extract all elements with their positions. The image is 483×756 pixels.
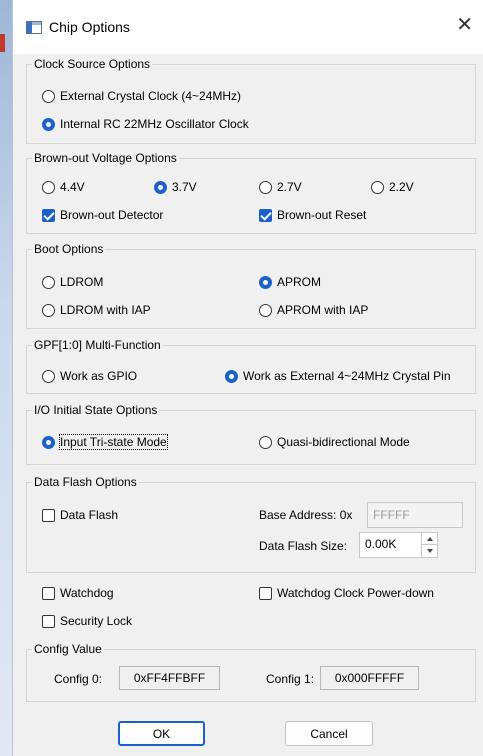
- radio-label: 3.7V: [172, 180, 197, 194]
- data-flash-size-label: Data Flash Size:: [259, 539, 348, 553]
- radio-indicator: [42, 180, 55, 194]
- radio-label: 2.7V: [277, 180, 302, 194]
- radio-indicator: [259, 435, 272, 449]
- checkbox-watchdog[interactable]: Watchdog: [42, 586, 114, 600]
- radio-indicator: [42, 303, 55, 317]
- checkbox-label: Watchdog: [60, 586, 114, 600]
- checkbox-label: Watchdog Clock Power-down: [277, 586, 434, 600]
- radio-voltage-3-7v[interactable]: 3.7V: [154, 180, 197, 194]
- radio-label: LDROM: [60, 275, 104, 289]
- radio-indicator-selected: [154, 180, 167, 194]
- data-flash-legend: Data Flash Options: [34, 475, 137, 489]
- checkbox-label: Brown-out Reset: [277, 208, 367, 222]
- radio-io-tristate[interactable]: Input Tri-state Mode: [42, 434, 168, 450]
- config1-value: 0x000FFFFF: [320, 666, 419, 690]
- spinner-down-button[interactable]: [422, 545, 437, 557]
- config0-label: Config 0:: [54, 672, 103, 686]
- radio-indicator-selected: [42, 117, 55, 131]
- radio-external-crystal[interactable]: External Crystal Clock (4~24MHz): [42, 89, 241, 103]
- radio-label: Work as External 4~24MHz Crystal Pin: [243, 369, 451, 383]
- cancel-button[interactable]: Cancel: [285, 721, 373, 746]
- radio-io-quasi[interactable]: Quasi-bidirectional Mode: [259, 435, 410, 449]
- data-flash-size-spinner[interactable]: 0.00K: [359, 532, 438, 558]
- background-window-edge: [0, 0, 12, 756]
- radio-label: 4.4V: [60, 180, 85, 194]
- checkbox-indicator-checked: [259, 208, 272, 222]
- io-legend: I/O Initial State Options: [34, 403, 158, 417]
- checkbox-label: Data Flash: [60, 508, 119, 522]
- chip-options-dialog: Chip Options ✕ Clock Source Options Exte…: [12, 0, 483, 756]
- checkbox-indicator: [42, 508, 55, 522]
- radio-boot-ldrom[interactable]: LDROM: [42, 275, 103, 289]
- radio-label: External Crystal Clock (4~24MHz): [60, 89, 242, 103]
- chevron-up-icon: [426, 536, 433, 541]
- boot-options-legend: Boot Options: [34, 242, 104, 256]
- checkbox-label: Brown-out Detector: [60, 208, 164, 222]
- radio-label: APROM: [277, 275, 322, 289]
- radio-boot-ldrom-iap[interactable]: LDROM with IAP: [42, 303, 151, 317]
- radio-voltage-2-7v[interactable]: 2.7V: [259, 180, 302, 194]
- radio-label: LDROM with IAP: [60, 303, 151, 317]
- ok-button[interactable]: OK: [118, 721, 205, 746]
- checkbox-watchdog-power-down[interactable]: Watchdog Clock Power-down: [259, 586, 434, 600]
- config-value-legend: Config Value: [34, 642, 102, 656]
- checkbox-label: Security Lock: [60, 614, 133, 628]
- io-initial-state-group: I/O Initial State Options: [26, 403, 476, 465]
- radio-label: Work as GPIO: [60, 369, 138, 383]
- spinner-up-button[interactable]: [422, 533, 437, 545]
- clock-source-legend: Clock Source Options: [34, 57, 151, 71]
- checkbox-indicator: [42, 614, 55, 628]
- config0-value: 0xFF4FFBFF: [119, 666, 220, 690]
- background-accent: [0, 34, 5, 52]
- radio-label: Input Tri-state Mode: [59, 434, 168, 450]
- radio-boot-aprom[interactable]: APROM: [259, 275, 321, 289]
- checkbox-indicator: [259, 586, 272, 600]
- checkbox-indicator-checked: [42, 208, 55, 222]
- chevron-down-icon: [426, 549, 433, 553]
- radio-label: APROM with IAP: [277, 303, 369, 317]
- radio-indicator-selected: [225, 369, 238, 383]
- base-address-label: Base Address: 0x: [259, 508, 353, 522]
- radio-label: Quasi-bidirectional Mode: [277, 435, 410, 449]
- radio-boot-aprom-iap[interactable]: APROM with IAP: [259, 303, 368, 317]
- radio-internal-rc[interactable]: Internal RC 22MHz Oscillator Clock: [42, 117, 249, 131]
- gpf-multifunction-group: GPF[1:0] Multi-Function: [26, 338, 476, 394]
- brownout-legend: Brown-out Voltage Options: [34, 151, 177, 165]
- config1-label: Config 1:: [266, 672, 315, 686]
- base-address-value: FFFFF: [373, 508, 410, 522]
- close-icon[interactable]: ✕: [456, 15, 473, 35]
- radio-gpf-gpio[interactable]: Work as GPIO: [42, 369, 137, 383]
- radio-indicator: [371, 180, 384, 194]
- checkbox-brownout-reset[interactable]: Brown-out Reset: [259, 208, 366, 222]
- checkbox-security-lock[interactable]: Security Lock: [42, 614, 132, 628]
- checkbox-brownout-detector[interactable]: Brown-out Detector: [42, 208, 163, 222]
- radio-label: 2.2V: [389, 180, 414, 194]
- radio-voltage-4-4v[interactable]: 4.4V: [42, 180, 85, 194]
- gpf-legend: GPF[1:0] Multi-Function: [34, 338, 161, 352]
- radio-gpf-crystal[interactable]: Work as External 4~24MHz Crystal Pin: [225, 369, 451, 383]
- config1-value-text: 0x000FFFFF: [334, 671, 405, 685]
- spinner-buttons: [421, 533, 437, 557]
- config0-value-text: 0xFF4FFBFF: [133, 671, 206, 685]
- radio-label: Internal RC 22MHz Oscillator Clock: [60, 117, 249, 131]
- radio-indicator: [42, 89, 55, 103]
- window-title: Chip Options: [49, 19, 130, 35]
- radio-indicator: [42, 275, 55, 289]
- data-flash-size-value: 0.00K: [365, 537, 397, 551]
- ok-button-label: OK: [152, 726, 171, 741]
- cancel-button-label: Cancel: [310, 726, 348, 741]
- radio-indicator: [42, 369, 55, 383]
- checkbox-indicator: [42, 586, 55, 600]
- window-icon: [26, 21, 42, 34]
- radio-indicator: [259, 303, 272, 317]
- radio-indicator: [259, 180, 272, 194]
- base-address-field[interactable]: FFFFF: [367, 502, 463, 528]
- title-bar: Chip Options ✕: [13, 0, 483, 54]
- radio-indicator-selected: [259, 275, 272, 289]
- radio-voltage-2-2v[interactable]: 2.2V: [371, 180, 414, 194]
- radio-indicator-selected: [42, 435, 55, 449]
- checkbox-data-flash[interactable]: Data Flash: [42, 508, 118, 522]
